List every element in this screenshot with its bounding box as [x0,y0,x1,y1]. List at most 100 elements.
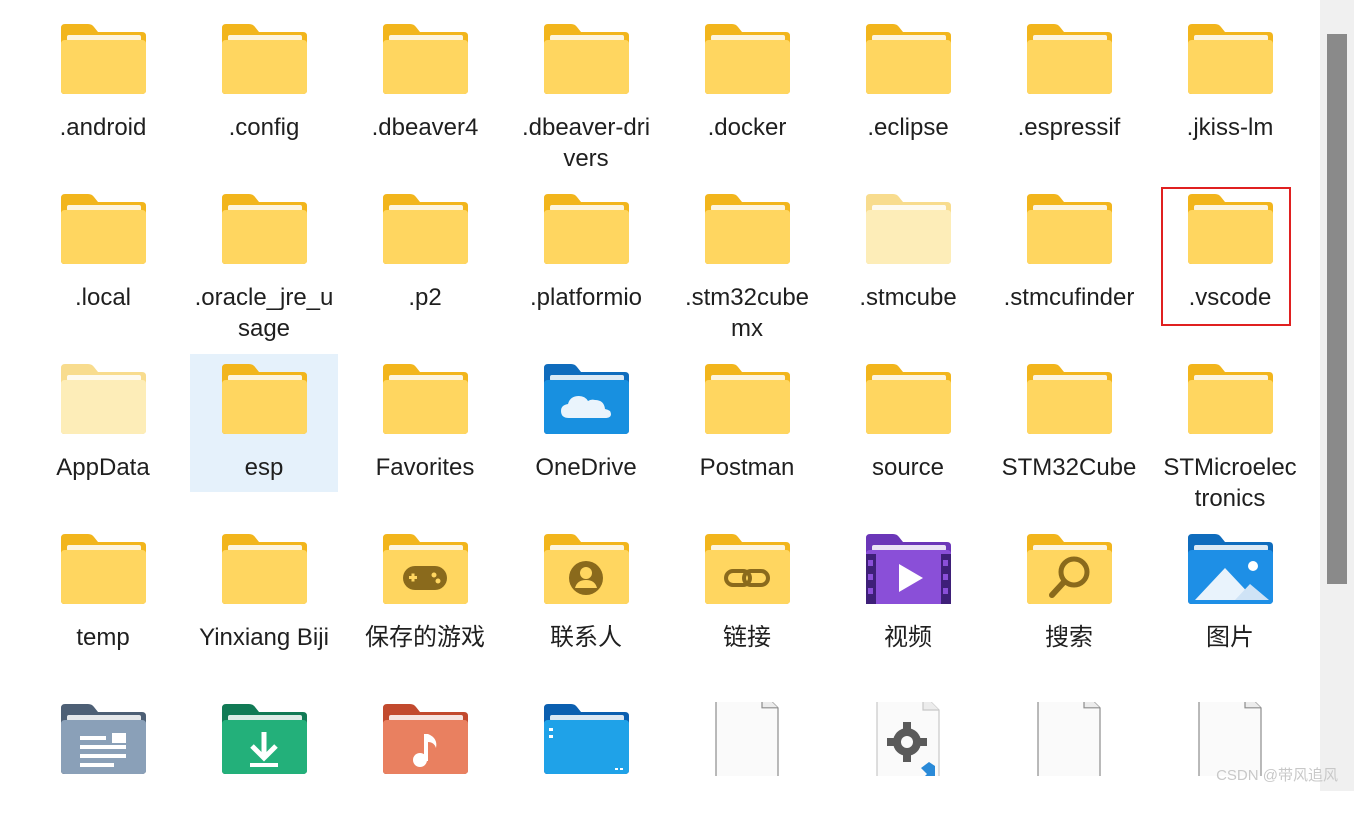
folder-stm32cube[interactable]: STM32Cube [995,354,1143,492]
folder-music[interactable] [351,694,499,832]
folder-stmcube[interactable]: .stmcube [834,184,982,322]
folder-desktop[interactable] [512,694,660,832]
folder-hidden-icon [58,362,148,436]
folder-icon [702,192,792,266]
item-label: .oracle_jre_usage [194,284,334,342]
documents-folder-icon [58,702,148,776]
file-blank-3[interactable] [1156,694,1304,832]
links-folder-icon [702,532,792,606]
folder-platformio[interactable]: .platformio [512,184,660,322]
folder-temp[interactable]: temp [29,524,177,662]
contacts-folder-icon [541,532,631,606]
folder-icon [58,22,148,96]
scrollbar-thumb[interactable] [1327,34,1347,584]
folder-stmcufinder[interactable]: .stmcufinder [995,184,1143,322]
videos-folder-icon [863,532,953,606]
folder-yinxiang-biji[interactable]: Yinxiang Biji [190,524,338,662]
file-vscode-settings[interactable] [834,694,982,832]
folder-jkiss-lm[interactable]: .jkiss-lm [1156,14,1304,152]
item-label: .jkiss-lm [1186,114,1274,141]
folder-icon [1185,362,1275,436]
blank-file-icon [1024,702,1114,776]
folder-dbeaver4[interactable]: .dbeaver4 [351,14,499,152]
folder-icon [219,22,309,96]
folder-p2[interactable]: .p2 [351,184,499,322]
item-label: OneDrive [535,454,637,481]
item-label: Yinxiang Biji [199,624,329,651]
file-blank-2[interactable] [995,694,1143,832]
vscode-settings-file-icon [863,702,953,776]
item-label: 视频 [884,624,932,651]
folder-dbeaver-drivers[interactable]: .dbeaver-drivers [512,14,660,172]
folder-icon [702,22,792,96]
folder-icon [58,532,148,606]
item-label: .docker [707,114,787,141]
item-label: temp [76,624,130,651]
item-label: .android [59,114,147,141]
item-label: .vscode [1188,284,1272,311]
folder-icon [58,192,148,266]
folder-icon [219,192,309,266]
folder-esp[interactable]: esp [190,354,338,492]
folder-hidden-icon [863,192,953,266]
item-label: esp [244,454,284,481]
folder-icon [1024,362,1114,436]
folder-icon [863,362,953,436]
vertical-scrollbar[interactable] [1320,0,1354,791]
pictures-folder-icon [1185,532,1275,606]
item-label: .stmcufinder [1003,284,1135,311]
folder-favorites[interactable]: Favorites [351,354,499,492]
item-label: .espressif [1017,114,1121,141]
folder-icon [380,362,470,436]
item-label: STM32Cube [1001,454,1137,481]
blank-file-icon [702,702,792,776]
folder-icon [219,362,309,436]
item-label: .stmcube [859,284,957,311]
folder-icon [1024,22,1114,96]
folder-espressif[interactable]: .espressif [995,14,1143,152]
folder-videos[interactable]: 视频 [834,524,982,662]
folder-onedrive[interactable]: OneDrive [512,354,660,492]
file-blank-1[interactable] [673,694,821,832]
saved-games-folder-icon [380,532,470,606]
folder-stm32cubemx[interactable]: .stm32cubemx [673,184,821,342]
item-label: .local [74,284,132,311]
item-label: .platformio [529,284,643,311]
searches-folder-icon [1024,532,1114,606]
item-label: .eclipse [867,114,949,141]
item-label: .dbeaver-drivers [521,114,651,172]
folder-docker[interactable]: .docker [673,14,821,152]
folder-links[interactable]: 链接 [673,524,821,662]
folder-contacts[interactable]: 联系人 [512,524,660,662]
folder-stmicroelectronics[interactable]: STMicroelectronics [1156,354,1304,512]
folder-eclipse[interactable]: .eclipse [834,14,982,152]
folder-icon [541,192,631,266]
folder-local[interactable]: .local [29,184,177,322]
folder-postman[interactable]: Postman [673,354,821,492]
folder-android[interactable]: .android [29,14,177,152]
folder-saved-games[interactable]: 保存的游戏 [351,524,499,662]
folder-documents[interactable] [29,694,177,832]
downloads-folder-icon [219,702,309,776]
folder-vscode[interactable]: .vscode [1156,184,1304,322]
folder-icon [380,192,470,266]
folder-appdata[interactable]: AppData [29,354,177,492]
item-label: source [871,454,945,481]
folder-oracle-jre-usage[interactable]: .oracle_jre_usage [190,184,338,342]
folder-source[interactable]: source [834,354,982,492]
item-label: Favorites [375,454,475,481]
item-label: AppData [56,454,150,481]
folder-icon [863,22,953,96]
item-label: 保存的游戏 [365,624,485,651]
music-folder-icon [380,702,470,776]
item-label: .config [228,114,300,141]
item-label: 图片 [1206,624,1254,651]
folder-downloads[interactable] [190,694,338,832]
folder-config[interactable]: .config [190,14,338,152]
item-label: Postman [699,454,795,481]
item-label: .stm32cubemx [684,284,810,342]
folder-pictures[interactable]: 图片 [1156,524,1304,662]
item-label: .p2 [408,284,442,311]
folder-searches[interactable]: 搜索 [995,524,1143,662]
watermark: CSDN @带风追风 [1216,767,1338,784]
